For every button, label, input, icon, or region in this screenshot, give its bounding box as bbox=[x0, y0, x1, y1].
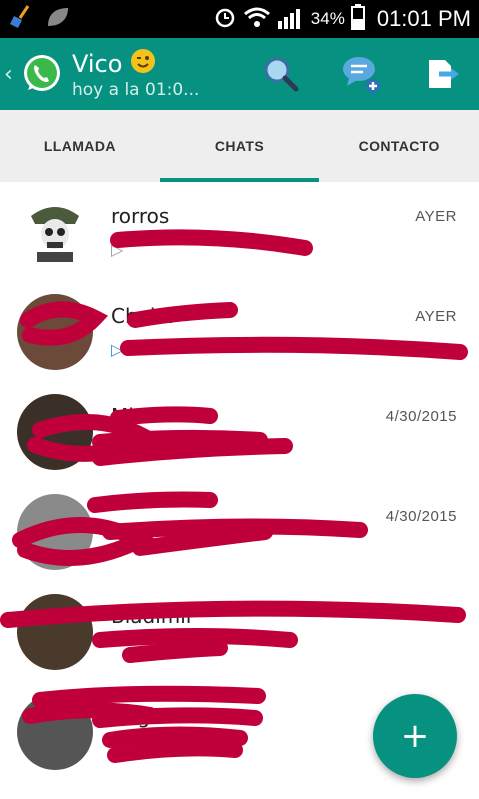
broom-icon bbox=[8, 4, 34, 34]
compose-icon[interactable] bbox=[417, 50, 465, 98]
chat-name: Ang bbox=[111, 704, 151, 728]
chat-row[interactable]: Bladimir bbox=[0, 582, 479, 682]
chat-preview bbox=[111, 538, 451, 560]
clock: 01:01 PM bbox=[376, 6, 471, 31]
app-bar: ‹ Vico hoy a la 01:0... bbox=[0, 38, 479, 110]
chat-preview bbox=[111, 638, 451, 660]
avatar bbox=[17, 294, 93, 370]
tab-bar: LLAMADA CHATS CONTACTO bbox=[0, 110, 479, 182]
whatsapp-logo-icon[interactable] bbox=[20, 52, 64, 96]
chat-name: Bladimir bbox=[111, 604, 195, 628]
signal-icon bbox=[277, 5, 305, 33]
avatar bbox=[17, 694, 93, 770]
chat-preview: ▷ bbox=[111, 338, 451, 360]
chat-name: Mi bbox=[111, 404, 134, 428]
avatar bbox=[17, 194, 93, 270]
chat-time: AYER bbox=[415, 208, 457, 225]
battery-percent: 34% bbox=[310, 9, 345, 28]
leaf-icon bbox=[44, 4, 70, 34]
chat-row[interactable]: 4/30/2015 bbox=[0, 482, 479, 582]
contact-name[interactable]: Vico bbox=[72, 50, 122, 78]
tab-chats[interactable]: CHATS bbox=[159, 110, 320, 182]
tab-contacto[interactable]: CONTACTO bbox=[319, 110, 479, 182]
chat-name: Cholul bbox=[111, 304, 174, 328]
tab-llamada[interactable]: LLAMADA bbox=[0, 110, 160, 182]
play-icon: ▷ bbox=[111, 339, 124, 359]
back-chevron-icon[interactable]: ‹ bbox=[4, 62, 16, 87]
contact-subtitle: hoy a la 01:0... bbox=[72, 80, 200, 100]
search-icon[interactable] bbox=[257, 50, 305, 98]
chat-row[interactable]: Cholul AYER ▷ bbox=[0, 282, 479, 382]
chat-time: AYER bbox=[415, 308, 457, 325]
avatar bbox=[17, 494, 93, 570]
chat-name: rorros bbox=[111, 204, 170, 228]
chat-preview bbox=[111, 438, 451, 460]
battery-icon bbox=[350, 4, 365, 34]
status-bar: 34% 01:01 PM bbox=[0, 0, 479, 38]
wink-emoji-icon bbox=[130, 48, 156, 80]
add-fab-button[interactable]: + bbox=[373, 694, 457, 778]
chat-row[interactable]: Mi 4/30/2015 bbox=[0, 382, 479, 482]
avatar bbox=[17, 594, 93, 670]
chat-row[interactable]: rorros AYER ▷ bbox=[0, 182, 479, 282]
alarm-icon bbox=[213, 5, 237, 33]
chat-time: 4/30/2015 bbox=[385, 508, 457, 525]
new-chat-icon[interactable] bbox=[337, 50, 385, 98]
avatar bbox=[17, 394, 93, 470]
chat-preview: ▷ bbox=[111, 238, 451, 260]
wifi-icon bbox=[243, 6, 271, 32]
chat-time: 4/30/2015 bbox=[385, 408, 457, 425]
play-icon: ▷ bbox=[111, 239, 124, 259]
